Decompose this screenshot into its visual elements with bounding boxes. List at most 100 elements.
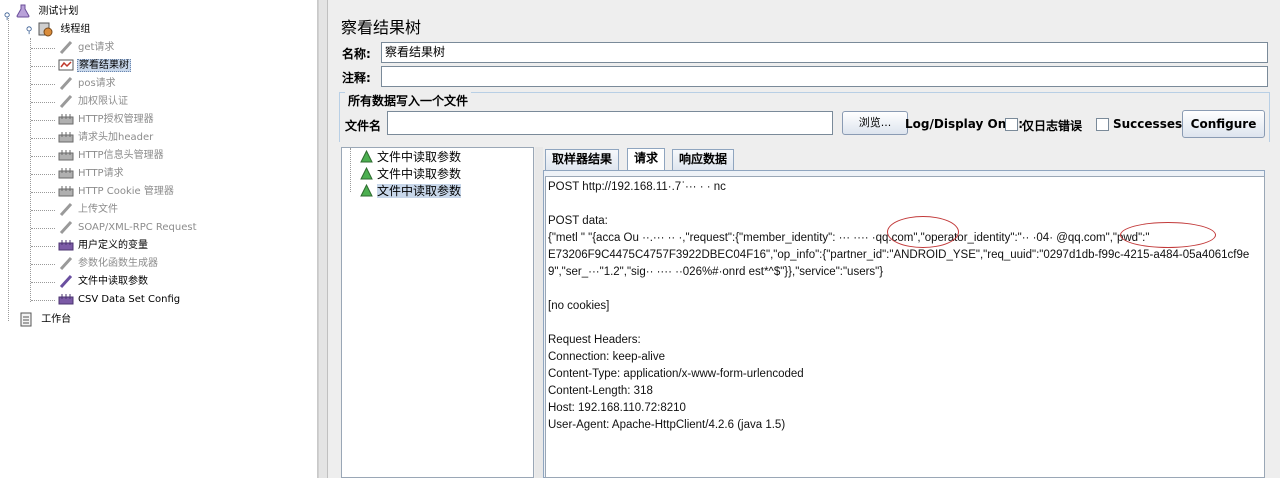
tree-node[interactable]: 察看结果树: [58, 57, 131, 75]
tree-node[interactable]: HTTP授权管理器: [58, 111, 155, 129]
request-text-line: Host: 192.168.110.72:8210: [548, 402, 686, 414]
tree-node-label: HTTP Cookie 管理器: [78, 186, 174, 197]
tree-node[interactable]: HTTP信息头管理器: [58, 147, 165, 165]
tree-connector: [31, 102, 55, 103]
tab-request[interactable]: 请求: [627, 148, 666, 171]
tree-node-label: HTTP信息头管理器: [78, 150, 164, 161]
tree-node[interactable]: HTTP Cookie 管理器: [58, 183, 175, 201]
tree-node[interactable]: get请求: [58, 39, 115, 57]
tree-node-label: 文件中读取参数: [78, 276, 148, 287]
tree-connector: [31, 300, 55, 301]
tree-node-label: 加权限认证: [78, 96, 128, 107]
sampler-icon: [58, 219, 74, 235]
sample-results-tree[interactable]: 文件中读取参数 文件中读取参数 文件中读取参数: [341, 147, 534, 478]
sampler-icon: [58, 39, 74, 55]
pane-splitter[interactable]: [318, 0, 328, 478]
tree-connector: [30, 38, 31, 302]
request-text-line: Request Headers:: [548, 334, 641, 346]
result-item[interactable]: 文件中读取参数: [360, 149, 461, 166]
tree-node-label: 参数化函数生成器: [78, 258, 158, 269]
result-item[interactable]: 文件中读取参数: [360, 166, 461, 183]
tree-node[interactable]: SOAP/XML-RPC Request: [58, 219, 198, 237]
tree-node[interactable]: pos请求: [58, 75, 117, 93]
tree-node[interactable]: HTTP请求: [58, 165, 125, 183]
tree-node-label: get请求: [78, 42, 115, 53]
tree-connector: [31, 48, 55, 49]
request-text-line: [no cookies]: [548, 300, 610, 312]
tree-connector: [31, 66, 55, 67]
tree-node-label: 上传文件: [78, 204, 118, 215]
request-text-line: 9","ser_···"1.2","sig·· ···· ··026%#·onr…: [548, 266, 884, 278]
tree-node-label: 用户定义的变量: [78, 240, 148, 251]
tab-sampler-result[interactable]: 取样器结果: [545, 149, 620, 170]
tree-connector: [31, 84, 55, 85]
tree-connector: [8, 18, 9, 321]
sampler-active-icon: [58, 273, 74, 289]
success-triangle-icon: [360, 149, 373, 163]
tree-node-workbench[interactable]: 工作台: [18, 311, 72, 329]
tree-node-label: HTTP请求: [78, 168, 124, 179]
config-icon: [58, 237, 74, 253]
success-triangle-icon: [360, 166, 373, 180]
results-tree-panel: 察看结果树 名称: 察看结果树 注释: 所有数据写入一个文件 文件名 浏览...…: [329, 0, 1280, 478]
sampler-icon: [58, 93, 74, 109]
configure-button[interactable]: Configure: [1182, 110, 1265, 138]
config-icon: [58, 165, 74, 181]
tree-connector: [31, 120, 55, 121]
config-icon: [58, 291, 74, 307]
filename-label: 文件名: [345, 119, 382, 133]
tree-node[interactable]: 用户定义的变量: [58, 237, 149, 255]
sampler-icon: [58, 201, 74, 217]
request-text-line: Connection: keep-alive: [548, 351, 665, 363]
listener-icon: [58, 57, 74, 73]
comment-label: 注释:: [342, 71, 371, 85]
tree-connector: [31, 246, 55, 247]
tab-response-data[interactable]: 响应数据: [672, 149, 735, 170]
tree-node[interactable]: 参数化函数生成器: [58, 255, 159, 273]
errors-only-label: 仅日志错误: [1022, 119, 1083, 133]
tree-connector: [31, 192, 55, 193]
name-label: 名称:: [342, 47, 371, 61]
request-text-line: E73206F9C4475C4757F3922DBEC04F16","op_in…: [548, 249, 1250, 261]
collapse-toggle-icon[interactable]: ⚲: [24, 26, 34, 36]
tree-node[interactable]: 文件中读取参数: [58, 273, 149, 291]
tree-node-test-plan[interactable]: ⚲ 测试计划: [2, 3, 79, 22]
tree-node[interactable]: CSV Data Set Config: [58, 291, 181, 309]
filename-input[interactable]: [387, 111, 833, 135]
config-icon: [58, 111, 74, 127]
config-icon: [58, 129, 74, 145]
tree-node[interactable]: 上传文件: [58, 201, 119, 219]
successes-checkbox[interactable]: [1096, 118, 1109, 131]
config-icon: [58, 147, 74, 163]
tree-node-label: CSV Data Set Config: [78, 294, 181, 305]
tree-node-thread-group[interactable]: ⚲ 线程组: [24, 21, 91, 39]
successes-label: Successes: [1113, 117, 1183, 131]
tree-node[interactable]: 加权限认证: [58, 93, 129, 111]
tree-node-label: SOAP/XML-RPC Request: [78, 222, 197, 233]
request-text-line: Content-Length: 318: [548, 385, 653, 397]
tree-node-label: 请求头加header: [78, 132, 154, 143]
clipboard-icon: [18, 311, 34, 327]
page-title: 察看结果树: [341, 18, 422, 37]
annotation-circle: [1120, 222, 1216, 248]
comment-input[interactable]: [381, 66, 1268, 87]
flask-icon: [15, 3, 31, 19]
request-text-line: POST http://192.168.11·.7ˈ··· · · nc: [548, 181, 726, 193]
result-item-selected[interactable]: 文件中读取参数: [360, 183, 462, 200]
name-input[interactable]: 察看结果树: [381, 42, 1268, 63]
tree-node[interactable]: 请求头加header: [58, 129, 154, 147]
request-text-line: [548, 315, 1262, 332]
results-splitter[interactable]: [535, 147, 543, 478]
test-plan-tree[interactable]: ⚲ 测试计划 ⚲ 线程组 get请求察看结果树 pos请求加权限认证 HTTP授权管…: [0, 0, 318, 478]
request-text-line: Content-Type: application/x-www-form-url…: [548, 368, 804, 380]
tree-connector: [31, 156, 55, 157]
request-text-line: User-Agent: Apache-HttpClient/4.2.6 (jav…: [548, 419, 786, 431]
sampler-icon: [58, 75, 74, 91]
tree-node-label: pos请求: [78, 78, 116, 89]
tree-connector: [350, 148, 351, 192]
file-group-title: 所有数据写入一个文件: [345, 92, 472, 109]
browse-button[interactable]: 浏览...: [842, 111, 908, 135]
errors-only-checkbox[interactable]: [1005, 118, 1018, 131]
collapse-toggle-icon[interactable]: ⚲: [2, 12, 12, 22]
sampler-icon: [58, 255, 74, 271]
